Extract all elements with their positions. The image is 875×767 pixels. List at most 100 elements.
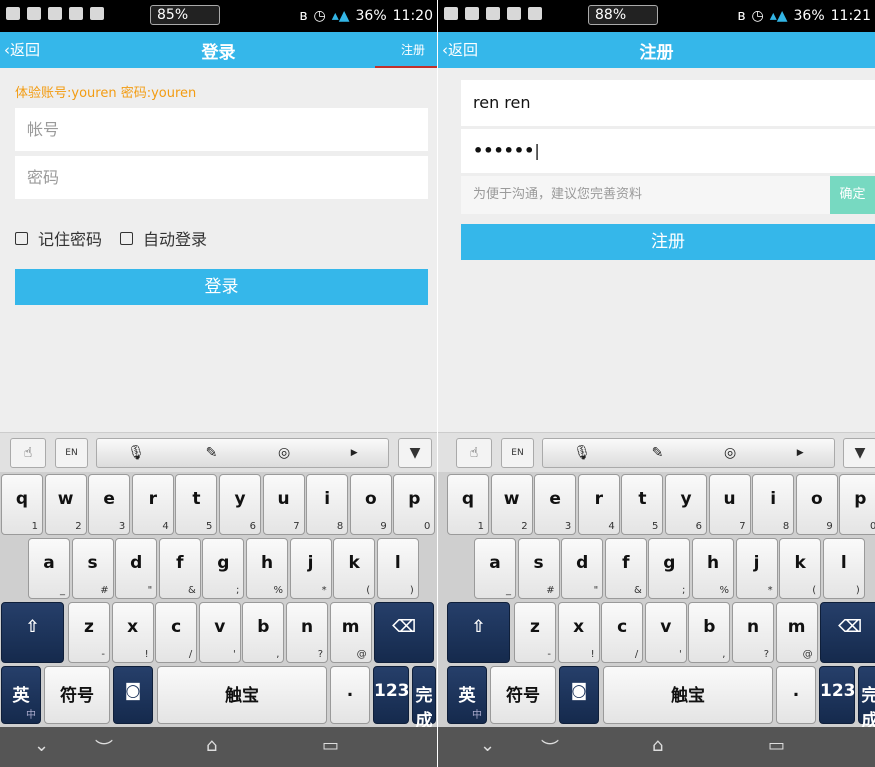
confirm-button[interactable]: 确定 xyxy=(830,176,875,214)
key-g[interactable]: g; xyxy=(202,538,245,599)
key-k[interactable]: k( xyxy=(779,538,822,599)
key-a[interactable]: a _ xyxy=(474,538,516,599)
symbols-key[interactable]: 符号 xyxy=(490,666,556,724)
shift-key[interactable]: ⇧ xyxy=(1,602,64,663)
key-v[interactable]: v ' xyxy=(198,602,241,663)
layout-toggle-button[interactable]: EN xyxy=(501,438,534,468)
number-key[interactable]: 123 xyxy=(373,666,410,724)
microphone-icon[interactable]: 🎙 xyxy=(573,445,591,461)
key-c[interactable]: c / xyxy=(601,602,644,663)
symbols-key[interactable]: 符号 xyxy=(44,666,110,724)
key-f[interactable]: f & xyxy=(604,538,647,599)
key-e[interactable]: e3 xyxy=(88,474,131,535)
more-arrow-icon[interactable]: ▶ xyxy=(797,448,804,458)
back-nav-icon[interactable]: ︶ xyxy=(541,735,559,761)
key-y[interactable]: y6 xyxy=(665,474,707,535)
key-s[interactable]: s # xyxy=(71,538,114,599)
collapse-icon[interactable]: ⌄ xyxy=(480,735,495,756)
key-i[interactable]: i8 xyxy=(752,474,795,535)
space-key[interactable]: 触宝 xyxy=(157,666,327,724)
layout-toggle-button[interactable]: EN xyxy=(55,438,88,468)
account-input[interactable]: 帐号 xyxy=(15,108,428,151)
more-arrow-icon[interactable]: ▶ xyxy=(351,448,358,458)
period-key[interactable]: . xyxy=(330,666,370,724)
key-j[interactable]: j * xyxy=(289,538,332,599)
space-key[interactable]: 触宝 xyxy=(603,666,773,724)
key-a[interactable]: a _ xyxy=(28,538,70,599)
auto-login-checkbox[interactable] xyxy=(120,231,134,245)
key-c[interactable]: c / xyxy=(155,602,198,663)
key-n[interactable]: n? xyxy=(286,602,328,663)
key-h[interactable]: h% xyxy=(692,538,734,599)
key-r[interactable]: r4 xyxy=(131,474,174,535)
microphone-icon[interactable]: 🎙 xyxy=(127,445,145,461)
recent-apps-icon[interactable]: ▭ xyxy=(768,735,785,756)
done-key[interactable]: 完成 xyxy=(858,666,875,731)
clipboard-key[interactable]: ◙ xyxy=(559,666,599,724)
key-o[interactable]: o9 xyxy=(349,474,392,535)
key-u[interactable]: u7 xyxy=(262,474,305,535)
key-v[interactable]: v ' xyxy=(644,602,687,663)
key-m[interactable]: m @ xyxy=(329,602,372,663)
key-o[interactable]: o9 xyxy=(795,474,838,535)
key-e[interactable]: e3 xyxy=(534,474,577,535)
key-m[interactable]: m @ xyxy=(775,602,818,663)
pencil-icon[interactable]: ✎ xyxy=(652,445,664,461)
back-nav-icon[interactable]: ︶ xyxy=(95,735,113,761)
home-icon[interactable]: ⌂ xyxy=(206,735,217,756)
backspace-key[interactable]: ⌫ xyxy=(374,602,434,663)
language-key[interactable]: 英中 xyxy=(1,666,41,724)
key-z[interactable]: z- xyxy=(514,602,556,663)
key-i[interactable]: i8 xyxy=(306,474,349,535)
weibo-icon[interactable]: ◎ xyxy=(724,445,736,461)
register-button[interactable]: 注册 xyxy=(461,224,875,260)
key-g[interactable]: g; xyxy=(648,538,691,599)
key-d[interactable]: d " xyxy=(115,538,158,599)
key-t[interactable]: t5 xyxy=(621,474,664,535)
key-s[interactable]: s # xyxy=(517,538,560,599)
key-y[interactable]: y6 xyxy=(219,474,261,535)
key-n[interactable]: n? xyxy=(732,602,774,663)
key-w[interactable]: w2 xyxy=(490,474,533,535)
key-q[interactable]: q1 xyxy=(447,474,489,535)
key-p[interactable]: p0 xyxy=(839,474,875,535)
username-input[interactable]: ren ren xyxy=(461,80,875,126)
key-t[interactable]: t5 xyxy=(175,474,218,535)
weibo-icon[interactable]: ◎ xyxy=(278,445,290,461)
done-key[interactable]: 完成 xyxy=(412,666,436,731)
info-input[interactable]: 为便于沟通，建议您完善资料 xyxy=(461,176,830,214)
number-key[interactable]: 123 xyxy=(819,666,856,724)
clipboard-key[interactable]: ◙ xyxy=(113,666,153,724)
recent-apps-icon[interactable]: ▭ xyxy=(322,735,339,756)
key-w[interactable]: w2 xyxy=(44,474,87,535)
password-input[interactable]: 密码 xyxy=(15,156,428,199)
key-j[interactable]: j * xyxy=(735,538,778,599)
home-icon[interactable]: ⌂ xyxy=(652,735,663,756)
key-x[interactable]: x! xyxy=(557,602,600,663)
handwriting-icon[interactable]: ☝ xyxy=(10,438,46,468)
hide-keyboard-button[interactable]: ▼ xyxy=(843,438,875,468)
remember-password-checkbox[interactable] xyxy=(15,231,28,245)
shift-key[interactable]: ⇧ xyxy=(447,602,510,663)
key-f[interactable]: f & xyxy=(158,538,201,599)
key-x[interactable]: x! xyxy=(111,602,154,663)
key-q[interactable]: q1 xyxy=(1,474,43,535)
key-r[interactable]: r4 xyxy=(577,474,620,535)
period-key[interactable]: . xyxy=(776,666,816,724)
pencil-icon[interactable]: ✎ xyxy=(206,445,218,461)
key-l[interactable]: l) xyxy=(376,538,419,599)
register-link[interactable]: 注册 xyxy=(401,41,425,58)
key-p[interactable]: p0 xyxy=(393,474,436,535)
login-button[interactable]: 登录 xyxy=(15,269,428,305)
key-z[interactable]: z- xyxy=(68,602,110,663)
handwriting-icon[interactable]: ☝ xyxy=(456,438,492,468)
key-u[interactable]: u7 xyxy=(708,474,751,535)
key-b[interactable]: b, xyxy=(242,602,285,663)
key-b[interactable]: b, xyxy=(688,602,731,663)
hide-keyboard-button[interactable]: ▼ xyxy=(398,438,432,468)
key-l[interactable]: l) xyxy=(822,538,865,599)
language-key[interactable]: 英中 xyxy=(447,666,487,724)
key-d[interactable]: d " xyxy=(561,538,604,599)
password-input[interactable]: ••••••| xyxy=(461,129,875,173)
backspace-key[interactable]: ⌫ xyxy=(820,602,875,663)
